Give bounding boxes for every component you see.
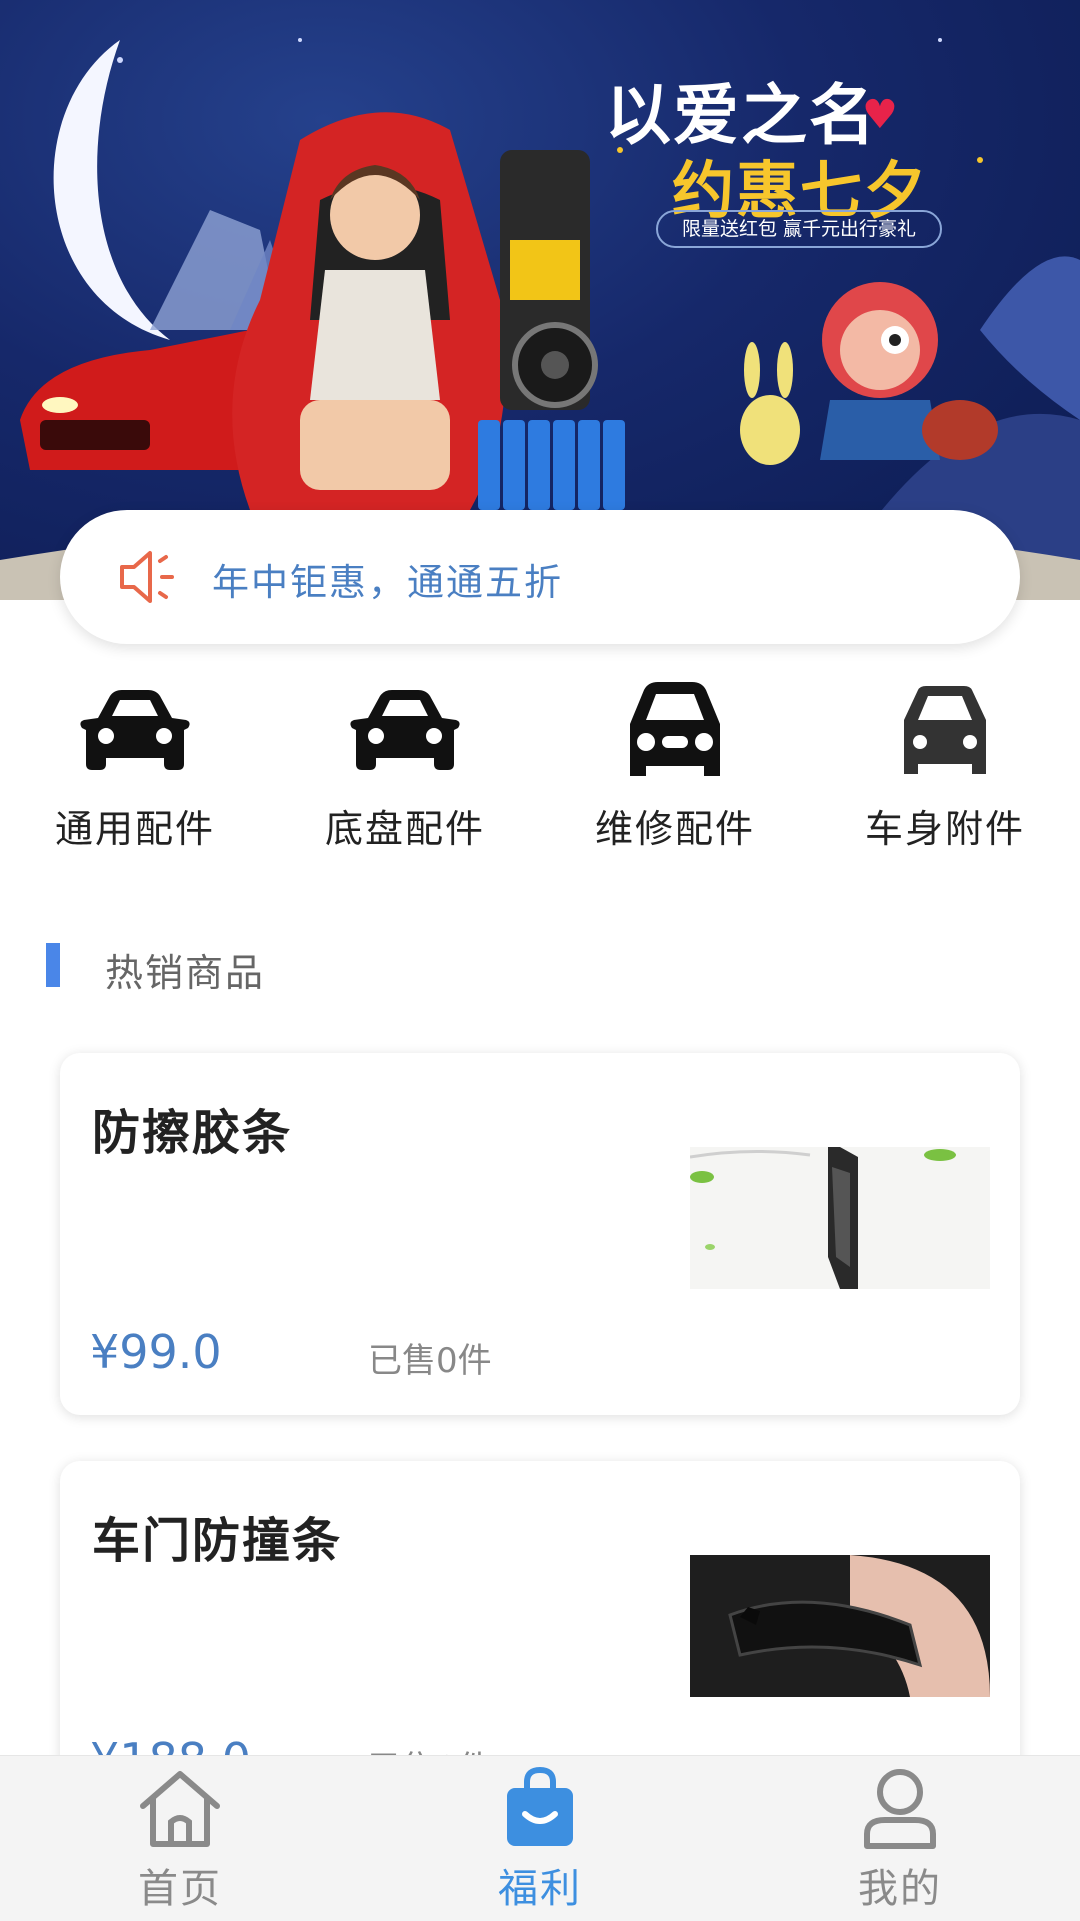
heart-icon: ♥ [862, 92, 898, 138]
home-icon [140, 1771, 220, 1847]
car-icon [350, 690, 460, 770]
car-icon [80, 690, 190, 770]
bottom-tab-bar: 首页 福利 我的 [0, 1755, 1080, 1921]
category-body-accessories[interactable]: 车身附件 [845, 680, 1045, 853]
product-price: ¥99.0 [90, 1325, 222, 1379]
category-label: 车身附件 [864, 807, 1025, 851]
category-label: 底盘配件 [324, 807, 485, 851]
category-chassis-parts[interactable]: 底盘配件 [305, 680, 505, 853]
car-front-icon [904, 686, 986, 774]
tab-mine[interactable]: 我的 [800, 1766, 1000, 1914]
car-front-icon [630, 682, 720, 776]
tab-welfare[interactable]: 福利 [440, 1766, 640, 1914]
category-repair-parts[interactable]: 维修配件 [575, 680, 775, 853]
category-label: 通用配件 [54, 807, 215, 851]
product-image [690, 1147, 990, 1289]
tab-home[interactable]: 首页 [80, 1766, 280, 1914]
tab-label: 福利 [498, 1866, 582, 1912]
product-name: 车门防撞条 [92, 1513, 343, 1569]
notice-text: 年中钜惠，通通五折 [212, 561, 563, 604]
speaker-icon [116, 547, 186, 611]
category-label: 维修配件 [594, 807, 755, 851]
product-name: 防擦胶条 [92, 1105, 293, 1161]
category-general-parts[interactable]: 通用配件 [35, 680, 235, 853]
banner-pill: 限量送红包 赢千元出行豪礼 [656, 210, 942, 248]
product-image [690, 1555, 990, 1697]
shopping-bag-icon [507, 1766, 573, 1846]
user-icon [864, 1769, 936, 1849]
section-accent-bar [46, 943, 60, 987]
product-sold-count: 已售0件 [368, 1341, 492, 1381]
tab-label: 我的 [858, 1866, 942, 1912]
tab-label: 首页 [138, 1866, 222, 1912]
product-card[interactable]: 防擦胶条 ¥99.0 已售0件 [60, 1053, 1020, 1415]
section-title: 热销商品 [105, 951, 266, 995]
notice-bar[interactable]: 年中钜惠，通通五折 [60, 510, 1020, 644]
